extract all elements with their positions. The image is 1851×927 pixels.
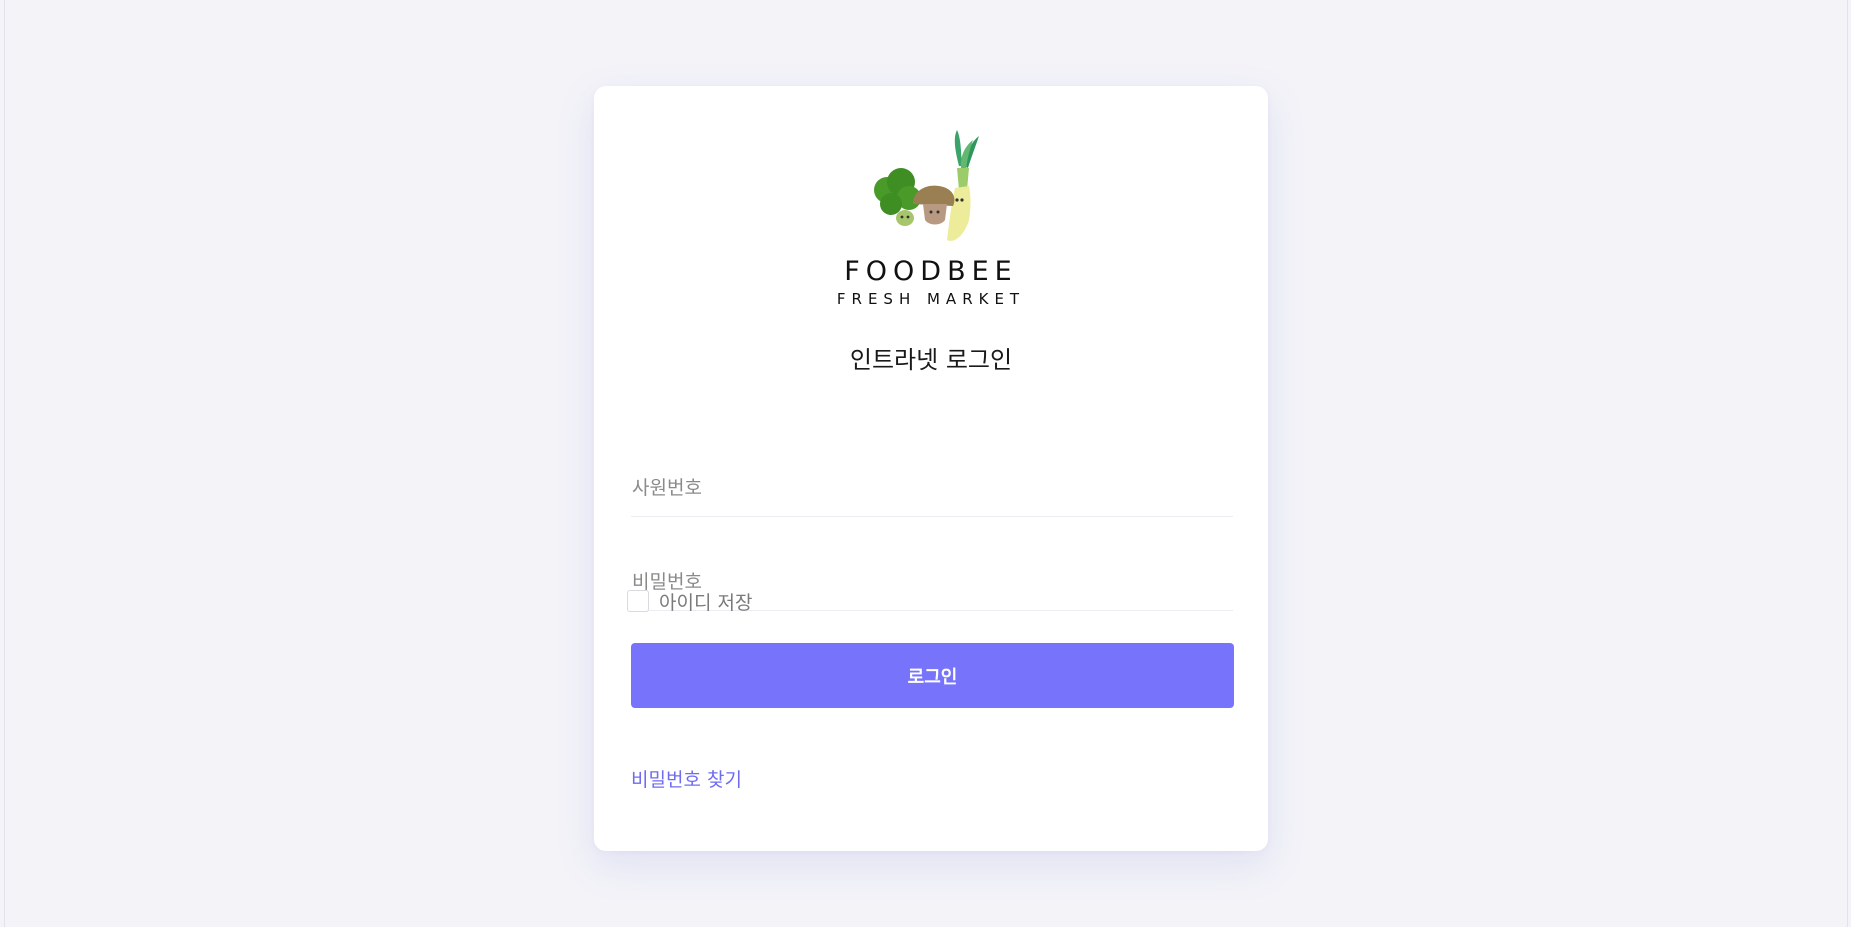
vegetables-mascot-icon <box>874 130 979 241</box>
login-card: FOODBEE FRESH MARKET 인트라넷 로그인 아이디 저장 로그인… <box>594 86 1268 851</box>
page-frame: FOODBEE FRESH MARKET 인트라넷 로그인 아이디 저장 로그인… <box>4 0 1848 927</box>
employee-id-field <box>631 460 1235 517</box>
remember-id-checkbox[interactable] <box>627 590 649 612</box>
find-password-link[interactable]: 비밀번호 찾기 <box>631 765 742 792</box>
page-title: 인트라넷 로그인 <box>849 346 1013 374</box>
remember-id-label[interactable]: 아이디 저장 <box>659 588 752 615</box>
brand-tagline: FRESH MARKET <box>836 290 1026 308</box>
remember-id-row: 아이디 저장 <box>627 588 752 615</box>
login-button[interactable]: 로그인 <box>631 643 1234 708</box>
employee-id-input[interactable] <box>631 460 1235 516</box>
brand-name: FOODBEE <box>844 256 1018 287</box>
